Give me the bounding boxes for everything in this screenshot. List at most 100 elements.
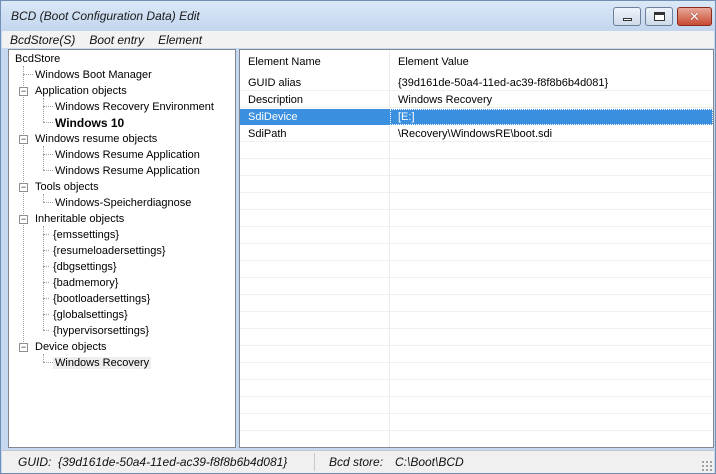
tree-node-speicherdiagnose[interactable]: Windows-Speicherdiagnose bbox=[53, 195, 193, 211]
tree-node-bootloadersettings[interactable]: {bootloadersettings} bbox=[51, 291, 152, 307]
grid-line bbox=[240, 364, 713, 380]
element-value-cell: Windows Recovery bbox=[398, 94, 493, 106]
tree-node-label: Windows Resume Application bbox=[55, 165, 200, 177]
element-name-cell: SdiPath bbox=[248, 128, 287, 140]
tree-node-windows-10[interactable]: Windows 10 bbox=[53, 115, 126, 131]
tree-node-application-objects[interactable]: Application objects bbox=[33, 83, 129, 99]
collapse-toggle-icon[interactable]: − bbox=[19, 87, 28, 96]
app-window: BCD (Boot Configuration Data) Edit ✕ Bcd… bbox=[0, 0, 716, 474]
tree-node-boot-manager[interactable]: Windows Boot Manager bbox=[33, 67, 154, 83]
grid-line bbox=[240, 143, 713, 159]
tree-node-label: {bootloadersettings} bbox=[53, 293, 151, 305]
tree-node-label: Application objects bbox=[35, 85, 127, 97]
tree-node-label: BcdStore bbox=[15, 53, 61, 65]
element-value-cell: \Recovery\WindowsRE\boot.sdi bbox=[398, 128, 553, 140]
tree-node-badmemory[interactable]: {badmemory} bbox=[51, 275, 120, 291]
tree-node-label: Inheritable objects bbox=[35, 213, 125, 225]
column-header-element-value[interactable]: Element Value bbox=[390, 50, 713, 74]
close-icon: ✕ bbox=[689, 9, 700, 24]
close-button[interactable]: ✕ bbox=[677, 7, 712, 26]
collapse-toggle-icon[interactable]: − bbox=[19, 183, 28, 192]
table-row[interactable]: Description Windows Recovery bbox=[240, 92, 713, 108]
tree-connector bbox=[43, 314, 49, 315]
grid-line bbox=[240, 279, 713, 295]
table-row[interactable]: GUID alias {39d161de-50a4-11ed-ac39-f8f8… bbox=[240, 75, 713, 91]
bcd-tree[interactable]: BcdStore Windows Boot Manager − Applicat… bbox=[8, 49, 236, 448]
menu-bar: BcdStore(S) Boot entry Element bbox=[2, 31, 714, 48]
tree-node-inheritable-objects[interactable]: Inheritable objects bbox=[33, 211, 126, 227]
tree-connector bbox=[43, 146, 44, 170]
tree-connector bbox=[43, 202, 53, 203]
tree-node-bcdstore[interactable]: BcdStore bbox=[13, 51, 62, 67]
element-name-cell: Description bbox=[248, 94, 304, 106]
tree-connector bbox=[43, 250, 49, 251]
focus-rectangle bbox=[390, 109, 713, 125]
tree-connector bbox=[43, 106, 53, 107]
tree-node-resumeloadersettings[interactable]: {resumeloadersettings} bbox=[51, 243, 168, 259]
tree-node-label: Windows Recovery bbox=[53, 357, 152, 369]
grid-line bbox=[240, 296, 713, 312]
tree-node-label: Windows-Speicherdiagnose bbox=[55, 197, 192, 209]
tree-node-hypervisorsettings[interactable]: {hypervisorsettings} bbox=[51, 323, 151, 339]
tree-node-resume-application[interactable]: Windows Resume Application bbox=[53, 163, 202, 179]
tree-node-label: Windows Resume Application bbox=[55, 149, 200, 161]
tree-node-label: {globalsettings} bbox=[53, 309, 128, 321]
menu-bcdstore[interactable]: BcdStore(S) bbox=[2, 33, 81, 47]
grid-line bbox=[240, 160, 713, 176]
collapse-toggle-icon[interactable]: − bbox=[19, 135, 28, 144]
resize-grip-icon[interactable] bbox=[701, 460, 712, 471]
tree-connector bbox=[43, 266, 49, 267]
maximize-icon bbox=[653, 12, 665, 21]
grid-line bbox=[240, 313, 713, 329]
element-name-cell: GUID alias bbox=[248, 77, 302, 89]
status-guid-label: GUID: bbox=[18, 455, 52, 469]
status-divider bbox=[314, 453, 315, 471]
tree-connector bbox=[43, 330, 49, 331]
tree-node-resume-application[interactable]: Windows Resume Application bbox=[53, 147, 202, 163]
tree-connector bbox=[43, 154, 53, 155]
title-bar[interactable]: BCD (Boot Configuration Data) Edit ✕ bbox=[1, 1, 715, 31]
tree-connector bbox=[43, 298, 49, 299]
grid-line bbox=[240, 398, 713, 414]
tree-node-label: {emssettings} bbox=[53, 229, 120, 241]
tree-node-label: {hypervisorsettings} bbox=[53, 325, 149, 337]
status-store-label: Bcd store: bbox=[329, 455, 384, 469]
grid-line bbox=[240, 347, 713, 363]
tree-node-label: {resumeloadersettings} bbox=[53, 245, 166, 257]
status-guid-value: {39d161de-50a4-11ed-ac39-f8f8b6b4d081} bbox=[58, 455, 288, 469]
element-name-cell: SdiDevice bbox=[248, 111, 298, 123]
tree-node-label: {badmemory} bbox=[53, 277, 119, 289]
tree-node-recovery-environment[interactable]: Windows Recovery Environment bbox=[53, 99, 216, 115]
grid-line bbox=[240, 381, 713, 397]
tree-node-device-objects[interactable]: Device objects bbox=[33, 339, 109, 355]
minimize-button[interactable] bbox=[613, 7, 641, 26]
grid-line bbox=[240, 432, 713, 447]
column-header-element-name[interactable]: Element Name bbox=[240, 50, 390, 74]
tree-node-label: {dbgsettings} bbox=[53, 261, 117, 273]
menu-boot-entry[interactable]: Boot entry bbox=[81, 33, 150, 47]
minimize-icon bbox=[622, 18, 632, 21]
table-row-selected[interactable]: SdiDevice [E:] bbox=[240, 109, 713, 125]
tree-connector bbox=[43, 122, 53, 123]
status-store-value: C:\Boot\BCD bbox=[395, 455, 464, 469]
tree-node-dbgsettings[interactable]: {dbgsettings} bbox=[51, 259, 119, 275]
grid-line bbox=[240, 262, 713, 278]
tree-node-windows-recovery[interactable]: Windows Recovery bbox=[53, 355, 152, 371]
status-bar: GUID: {39d161de-50a4-11ed-ac39-f8f8b6b4d… bbox=[2, 450, 714, 473]
grid-line bbox=[240, 228, 713, 244]
collapse-toggle-icon[interactable]: − bbox=[19, 343, 28, 352]
tree-node-emssettings[interactable]: {emssettings} bbox=[51, 227, 121, 243]
tree-connector bbox=[43, 362, 53, 363]
tree-connector bbox=[43, 354, 44, 362]
collapse-toggle-icon[interactable]: − bbox=[19, 215, 28, 224]
element-value-cell: {39d161de-50a4-11ed-ac39-f8f8b6b4d081} bbox=[398, 77, 609, 89]
element-list[interactable]: Element Name Element Value GUID alias {3… bbox=[239, 49, 714, 448]
table-row[interactable]: SdiPath \Recovery\WindowsRE\boot.sdi bbox=[240, 126, 713, 142]
tree-node-globalsettings[interactable]: {globalsettings} bbox=[51, 307, 130, 323]
tree-node-tools-objects[interactable]: Tools objects bbox=[33, 179, 101, 195]
grid-line bbox=[240, 211, 713, 227]
tree-node-resume-objects[interactable]: Windows resume objects bbox=[33, 131, 159, 147]
menu-element[interactable]: Element bbox=[150, 33, 208, 47]
maximize-button[interactable] bbox=[645, 7, 673, 26]
grid-line bbox=[240, 415, 713, 431]
